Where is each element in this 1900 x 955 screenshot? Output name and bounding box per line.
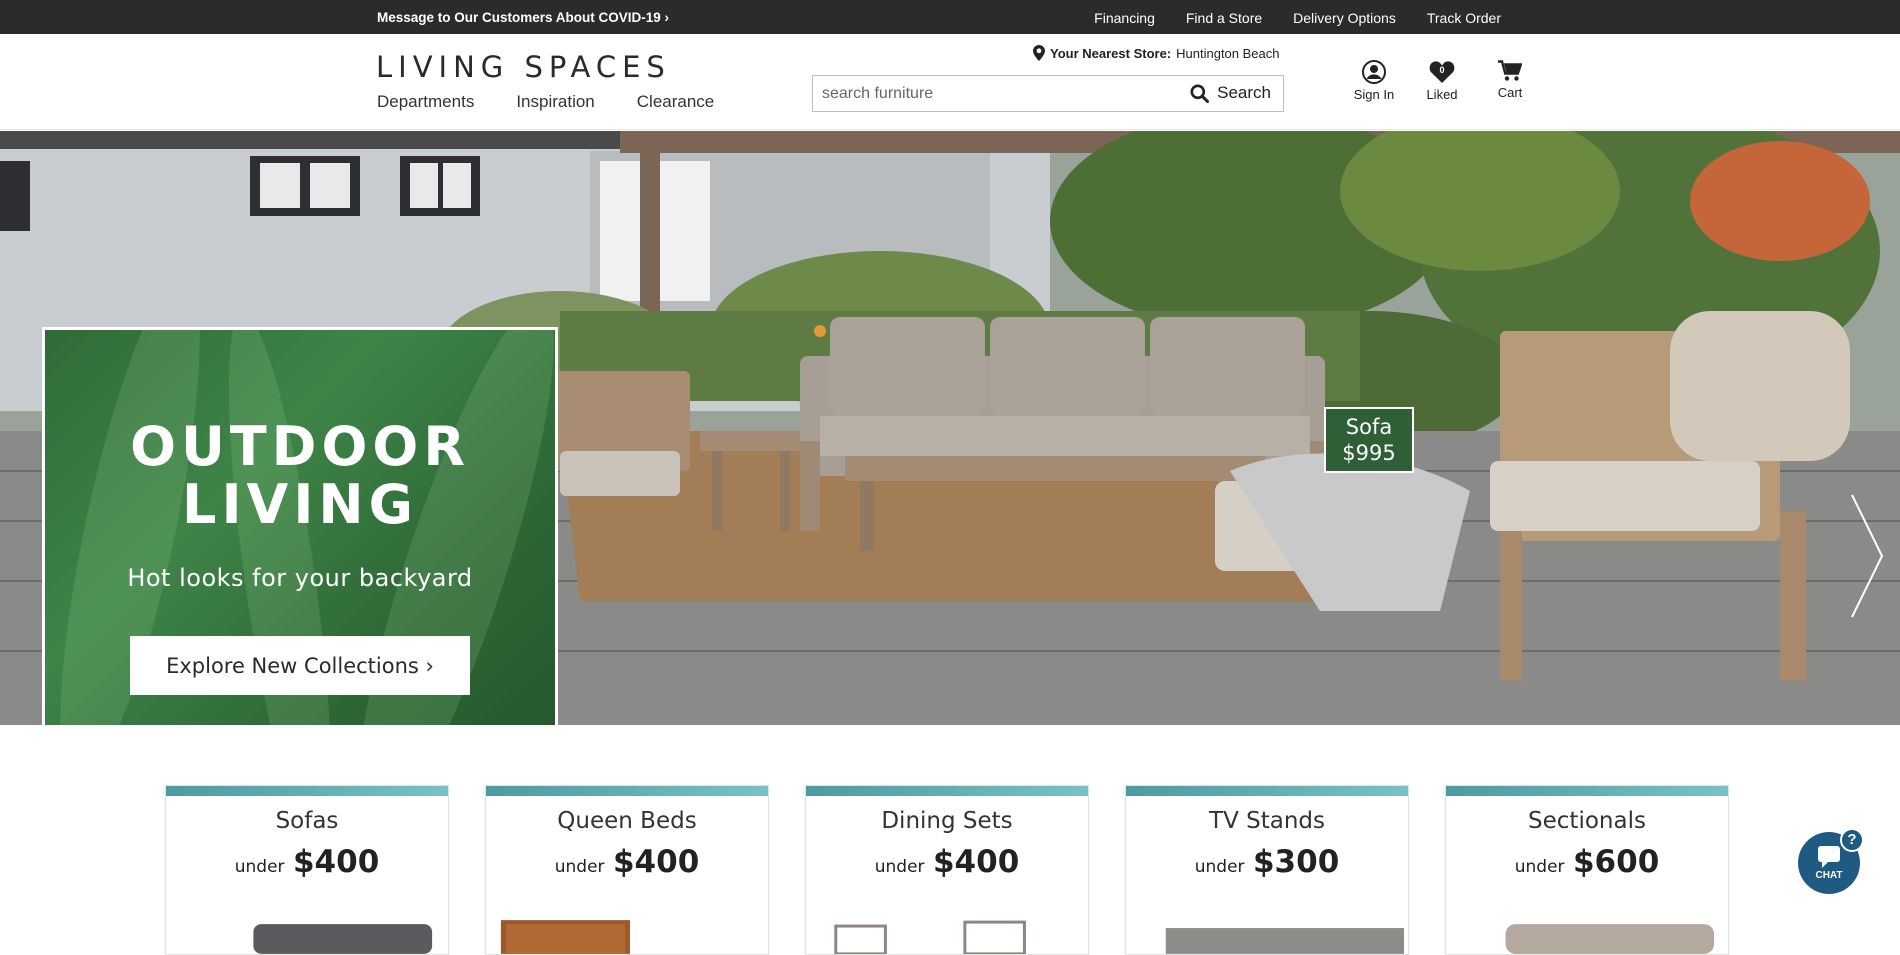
sofa-thumbnail: [253, 924, 433, 954]
category-cards: Sofas under $400 Queen Beds under $400 D…: [165, 785, 1729, 955]
chat-label: CHAT: [1815, 870, 1843, 881]
card-price: under $400: [166, 844, 448, 880]
sign-in-button[interactable]: Sign In: [1340, 60, 1408, 102]
card-price-amount: $400: [932, 844, 1020, 880]
category-card-sofas[interactable]: Sofas under $400: [165, 785, 449, 955]
promo-headline-line2: LIVING: [182, 473, 418, 536]
chat-help-badge: ?: [1840, 828, 1864, 852]
card-price-amount: $300: [1252, 844, 1340, 880]
store-label: Your Nearest Store:: [1050, 45, 1172, 61]
financing-link[interactable]: Financing: [1094, 10, 1155, 26]
hero-banner[interactable]: OUTDOOR LIVING Hot looks for your backya…: [0, 131, 1900, 725]
category-card-tv-stands[interactable]: TV Stands under $300: [1125, 785, 1409, 955]
search-bar: Search: [812, 75, 1284, 112]
card-accent-bar: [166, 786, 448, 796]
card-title: Sofas: [275, 808, 339, 834]
outdoor-living-promo[interactable]: OUTDOOR LIVING Hot looks for your backya…: [42, 327, 558, 725]
card-title: Dining Sets: [881, 808, 1013, 834]
price-tag-price: $995: [1342, 441, 1396, 465]
category-card-sectionals[interactable]: Sectionals under $600: [1445, 785, 1729, 955]
card-accent-bar: [1126, 786, 1408, 796]
card-price-prefix: under: [874, 857, 925, 877]
card-title: Sectionals: [1528, 808, 1646, 834]
track-order-link[interactable]: Track Order: [1427, 10, 1501, 26]
nearest-store[interactable]: Your Nearest Store: Huntington Beach: [1033, 45, 1280, 61]
card-price-amount: $400: [612, 844, 700, 880]
card-price: under $400: [806, 844, 1088, 880]
main-nav: Departments Inspiration Clearance: [377, 92, 714, 112]
card-price: under $600: [1446, 844, 1728, 880]
find-a-store-link[interactable]: Find a Store: [1186, 10, 1262, 26]
card-price: under $400: [486, 844, 768, 880]
chat-button[interactable]: ? CHAT: [1798, 828, 1864, 894]
sign-in-label: Sign In: [1353, 87, 1395, 102]
search-button-label: Search: [1217, 83, 1271, 102]
promo-subhead: Hot looks for your backyard: [127, 564, 473, 592]
liked-count: 0: [1439, 65, 1444, 75]
cart-label: Cart: [1497, 85, 1523, 100]
search-button[interactable]: Search: [1190, 83, 1271, 103]
category-card-queen-beds[interactable]: Queen Beds under $400: [485, 785, 769, 955]
card-price-prefix: under: [234, 857, 285, 877]
search-input[interactable]: [822, 82, 1162, 106]
account-icons: Sign In 0 Liked Cart: [1340, 60, 1540, 102]
bed-thumbnail: [500, 920, 630, 954]
card-accent-bar: [806, 786, 1088, 796]
liked-label: Liked: [1426, 87, 1458, 102]
cart-icon: [1498, 60, 1522, 81]
user-icon: [1362, 60, 1386, 84]
card-price-prefix: under: [554, 857, 605, 877]
card-price-amount: $400: [292, 844, 380, 880]
nav-departments[interactable]: Departments: [377, 92, 474, 112]
card-price-prefix: under: [1514, 857, 1565, 877]
site-header: LIVING SPACES Departments Inspiration Cl…: [0, 34, 1900, 130]
promo-headline: OUTDOOR LIVING: [45, 418, 555, 534]
location-pin-icon: [1033, 45, 1045, 61]
card-price-amount: $600: [1572, 844, 1660, 880]
category-card-dining-sets[interactable]: Dining Sets under $400: [805, 785, 1089, 955]
utility-links: Financing Find a Store Delivery Options …: [1094, 10, 1501, 26]
nav-inspiration[interactable]: Inspiration: [516, 92, 594, 112]
card-price-prefix: under: [1194, 857, 1245, 877]
liked-button[interactable]: 0 Liked: [1408, 60, 1476, 102]
site-logo[interactable]: LIVING SPACES: [376, 50, 671, 84]
cart-button[interactable]: Cart: [1480, 60, 1540, 102]
dining-set-thumbnail: [834, 920, 1026, 954]
card-title: Queen Beds: [557, 808, 697, 834]
utility-bar: Message to Our Customers About COVID-19 …: [0, 0, 1900, 34]
covid-message-link[interactable]: Message to Our Customers About COVID-19 …: [377, 10, 669, 25]
sofa-price-tag[interactable]: Sofa $995: [1324, 407, 1414, 473]
card-accent-bar: [1446, 786, 1728, 796]
tv-stand-thumbnail: [1165, 928, 1405, 954]
delivery-options-link[interactable]: Delivery Options: [1293, 10, 1396, 26]
explore-new-collections-button[interactable]: Explore New Collections ›: [130, 636, 470, 695]
carousel-next-arrow-icon[interactable]: [1848, 491, 1888, 621]
nav-clearance[interactable]: Clearance: [637, 92, 715, 112]
promo-headline-line1: OUTDOOR: [130, 415, 470, 478]
search-icon: [1190, 84, 1210, 103]
card-accent-bar: [486, 786, 768, 796]
card-title: TV Stands: [1209, 808, 1325, 834]
store-name: Huntington Beach: [1176, 45, 1280, 61]
price-tag-item: Sofa: [1345, 415, 1393, 439]
card-price: under $300: [1126, 844, 1408, 880]
heart-icon: 0: [1429, 61, 1455, 83]
sectional-thumbnail: [1505, 924, 1715, 954]
